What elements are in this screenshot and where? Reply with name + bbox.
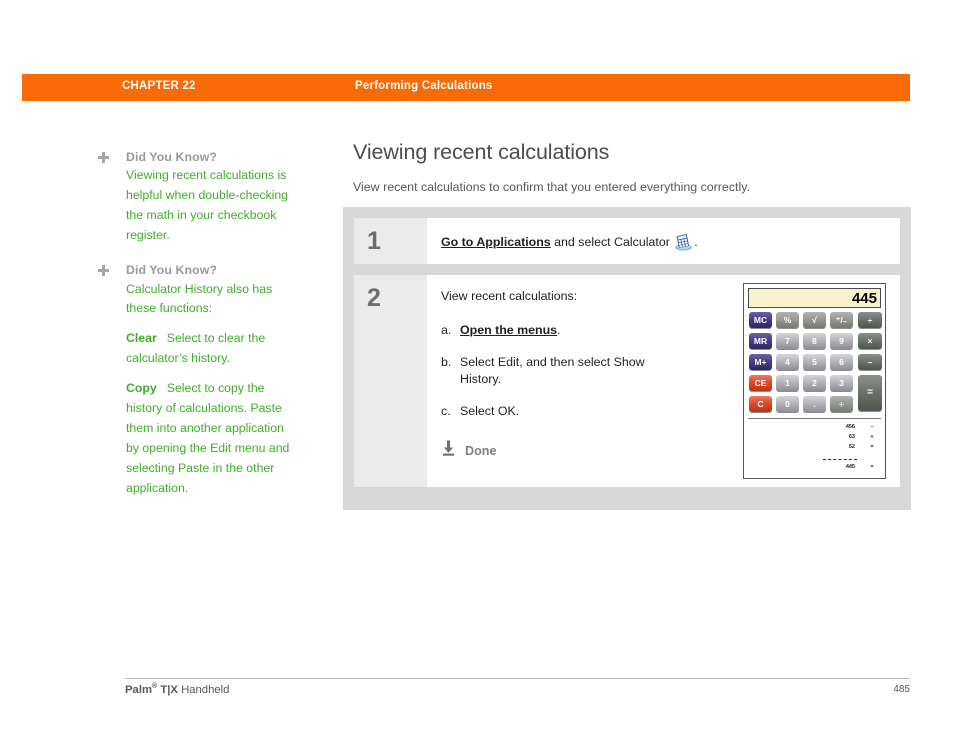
history-row: 445 = <box>746 463 879 472</box>
history-operator: + <box>870 434 874 440</box>
tip-heading: Did You Know? <box>126 263 218 278</box>
calculator-key-%: % <box>776 312 799 328</box>
plus-icon <box>98 152 109 163</box>
substep-letter: a. <box>441 322 452 337</box>
history-value: 52 <box>848 444 855 450</box>
calculator-key-0: 0 <box>776 396 799 412</box>
calculator-key-+: + <box>830 396 853 412</box>
tip-block-1: Did You Know? Viewing recent calculation… <box>98 148 298 246</box>
history-row: 63 + <box>746 433 879 442</box>
tip-body: Viewing recent calculations is helpful w… <box>126 168 289 243</box>
calculator-key-–: – <box>858 354 882 370</box>
page-intro: View recent calculations to confirm that… <box>353 180 750 194</box>
substep-text-tail: . <box>557 322 561 337</box>
calculator-key-C: C <box>749 396 772 412</box>
substep-text: Select OK. <box>460 403 520 418</box>
history-value: 456 <box>845 424 855 430</box>
footer-product: Handheld <box>177 683 230 696</box>
history-operator: = <box>870 464 874 470</box>
step-number: 1 <box>354 218 427 264</box>
done-arrow-icon <box>441 440 456 462</box>
step-number: 2 <box>354 275 427 487</box>
calculator-display: 445 <box>748 288 881 308</box>
tip-term-label: Clear <box>126 331 157 346</box>
history-total-rule <box>823 459 857 460</box>
calculator-key-5: 5 <box>803 354 826 370</box>
calculator-key-7: 7 <box>776 333 799 349</box>
page-title: Viewing recent calculations <box>353 140 610 164</box>
footer-model: T|X <box>157 683 178 696</box>
step-row: 1 Go to Applications and select Calculat… <box>354 218 900 264</box>
footer-product-label: Palm® T|X Handheld <box>125 683 229 696</box>
calculator-key-×: × <box>858 333 882 349</box>
history-value: 63 <box>848 434 855 440</box>
history-value: 445 <box>845 464 855 470</box>
substep-letter: b. <box>441 354 452 369</box>
calculator-key-2: 2 <box>803 375 826 391</box>
history-operator: = <box>870 444 874 450</box>
main-content-header: Viewing recent calculations View recent … <box>353 140 913 196</box>
chapter-label: CHAPTER 22 <box>122 80 196 92</box>
substep-letter: c. <box>441 403 451 418</box>
history-row: 52 = <box>746 443 879 452</box>
tip-term-copy: Copy Select to copy the history of calcul… <box>126 379 298 498</box>
calculator-history: 456 – 63 +52 = 445 = <box>748 422 881 474</box>
step-text: and select Calculator <box>550 235 670 249</box>
done-label: Done <box>465 444 497 459</box>
tip-heading: Did You Know? <box>126 150 218 164</box>
plus-icon <box>98 265 109 277</box>
calculator-key-÷: ÷ <box>858 312 882 328</box>
go-to-applications-link[interactable]: Go to Applications <box>441 235 551 249</box>
substep-text: Select Edit, and then select Show Histor… <box>460 354 645 387</box>
footer-divider <box>125 678 910 679</box>
footer-brand: Palm <box>125 683 153 696</box>
step-row: 2 View recent calculations: a. Open the … <box>354 275 900 487</box>
calculator-key-M+: M+ <box>749 354 772 370</box>
calculator-key-3: 3 <box>830 375 853 391</box>
open-the-menus-link[interactable]: Open the menus <box>460 323 557 337</box>
sidebar-tips: Did You Know? Viewing recent calculation… <box>98 148 298 514</box>
calculator-key-4: 4 <box>776 354 799 370</box>
calculator-key-=: = <box>858 375 882 411</box>
history-row: 456 – <box>746 423 879 432</box>
calculator-app-icon <box>674 234 693 251</box>
tip-term-clear: Clear Select to clear the calculator’s hi… <box>126 329 298 369</box>
procedure-box: 1 Go to Applications and select Calculat… <box>343 207 911 510</box>
step-content: Go to Applications and select Calculator <box>427 218 900 264</box>
tip-block-2: Did You Know? Calculator History also ha… <box>98 261 298 499</box>
tip-term-label: Copy <box>126 381 157 396</box>
history-operator: – <box>870 424 874 430</box>
calculator-divider <box>748 418 881 419</box>
calculator-key-CE: CE <box>749 375 772 391</box>
calculator-key-√: √ <box>803 312 826 328</box>
substep-text: Open the menus. <box>460 322 645 340</box>
calculator-key-8: 8 <box>803 333 826 349</box>
calculator-key-⁺/₋: ⁺/₋ <box>830 312 853 328</box>
tip-body: Calculator History also has these functi… <box>126 281 273 316</box>
chapter-title: Performing Calculations <box>355 80 493 92</box>
calculator-key-.: . <box>803 396 826 412</box>
tip-term-text: Select to copy the history of calculatio… <box>126 381 290 495</box>
calculator-keypad: MC% √ ⁺/₋ ÷ MR 7 8 9 × M+ 4 5 6– CE 1 2 3 = C 0. + <box>749 312 883 415</box>
calculator-key-1: 1 <box>776 375 799 391</box>
page-number: 485 <box>893 684 910 695</box>
step-content: View recent calculations: a. Open the me… <box>427 275 900 487</box>
page-header-band: CHAPTER 22 Performing Calculations <box>22 74 910 101</box>
calculator-key-6: 6 <box>830 354 853 370</box>
calculator-screenshot: 445 MC% √ ⁺/₋ ÷ MR 7 8 9 × M+ 4 5 6– CE 1 2 3 = C 0. + 456–6… <box>743 283 886 479</box>
step-text-end: . <box>694 235 698 249</box>
calculator-key-9: 9 <box>830 333 853 349</box>
calculator-key-MR: MR <box>749 333 772 349</box>
calculator-key-MC: MC <box>749 312 772 328</box>
